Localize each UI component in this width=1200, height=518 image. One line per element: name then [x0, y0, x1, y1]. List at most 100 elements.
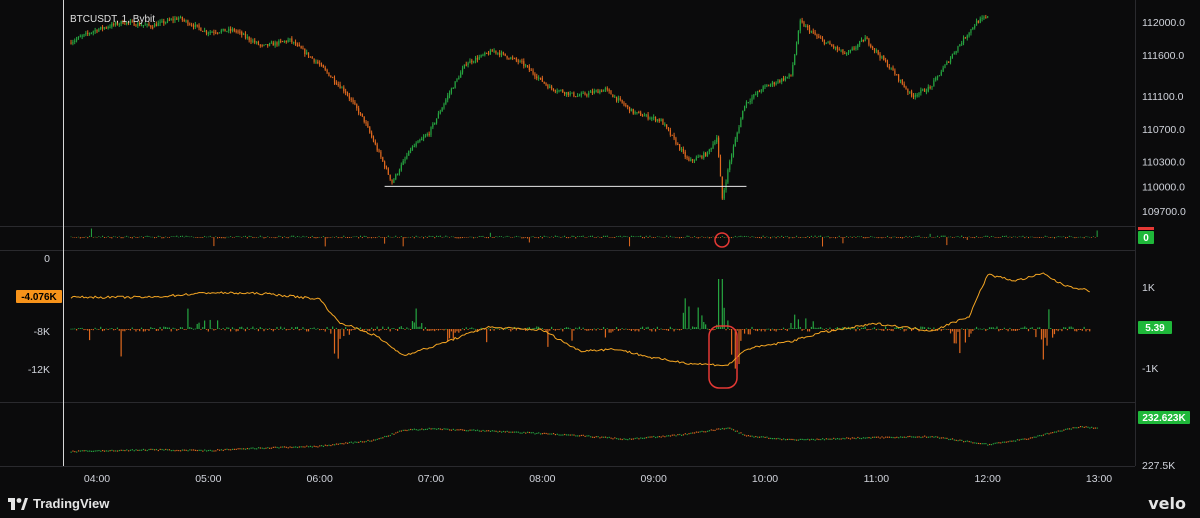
candle-body [710, 148, 712, 150]
subpanel-2-bar [987, 328, 989, 330]
subpanel-1-bar [183, 236, 185, 238]
subpanel-2-bar [319, 329, 321, 331]
candle-body [628, 106, 631, 112]
subpanel-2-bar [74, 328, 76, 330]
subpanel-1-bar [478, 235, 480, 237]
subpanel-2-bar [471, 327, 473, 329]
subpanel-2-bar [970, 329, 972, 334]
chart-canvas[interactable]: 112000.0111600.0111100.0110700.0110300.0… [0, 0, 1200, 490]
subpanel-1-bar [836, 237, 838, 238]
subpanel-3-point [133, 450, 135, 452]
subpanel-1-bar [411, 236, 413, 238]
subpanel-1-bar [1018, 236, 1020, 237]
candle-body [359, 113, 362, 115]
subpanel-1-bar [708, 237, 710, 239]
subpanel-1-bar [1050, 237, 1052, 238]
subpanel-1-bar [116, 237, 118, 238]
subpanel-2-bar [948, 329, 950, 330]
subpanel-1-bar [79, 237, 81, 239]
subpanel-3-point [781, 439, 783, 441]
subpanel-3-point [295, 446, 297, 448]
candle-body [385, 167, 388, 169]
subpanel-1-bar [562, 236, 564, 238]
subpanel-1-bar [842, 237, 844, 244]
subpanel-1-bar [142, 237, 144, 239]
tradingview-logo[interactable]: TradingView [8, 496, 109, 511]
subpanel-2-bar [903, 329, 905, 332]
subpanel-1-bar [1016, 237, 1018, 238]
subpanel-1-bar [758, 237, 760, 239]
candle-body [751, 97, 753, 102]
subpanel-3-point [745, 435, 748, 437]
subpanel-2-bar [697, 307, 699, 329]
subpanel-1-bar [642, 237, 644, 239]
subpanel-2-bar [873, 327, 876, 329]
candle-body [792, 64, 794, 76]
subpanel-1-bar [784, 236, 786, 238]
subpanel-3-point [389, 434, 391, 437]
subpanel-2-bar [974, 328, 976, 330]
candle-body [944, 64, 946, 68]
candle-body [424, 135, 427, 138]
subpanel-3-point [649, 436, 651, 438]
subpanel-2-bar [875, 329, 877, 331]
subpanel-2-bar [543, 329, 545, 330]
subpanel-3-point [1063, 429, 1065, 431]
candle-body [408, 150, 410, 156]
subpanel-1-bar [296, 236, 298, 237]
subpanel-3-point [90, 450, 93, 452]
subpanel-3-point [935, 436, 937, 438]
subpanel-1-bar [324, 237, 326, 247]
subpanel-1-bar [1070, 236, 1072, 237]
candle-body [543, 81, 545, 84]
subpanel-3-point [909, 435, 911, 438]
subpanel-2-bar [1007, 329, 1009, 332]
subpanel-3-point [411, 429, 414, 431]
candle-body [302, 48, 304, 50]
candle-body [686, 156, 688, 159]
subpanel-2-bar [816, 327, 818, 329]
subpanel-1-bar [911, 237, 913, 238]
subpanel-1-bar [1072, 236, 1074, 238]
subpanel-1-bar [647, 237, 649, 238]
subpanel-3-point [350, 441, 352, 443]
velo-logo[interactable]: velo [1148, 494, 1186, 513]
subpanel-3-point [369, 440, 371, 442]
subpanel-2-bar [101, 329, 104, 332]
subpanel-1-bar [421, 236, 423, 238]
subpanel-3-point [886, 436, 889, 438]
subpanel-2-bar [693, 327, 696, 329]
subpanel-3-point [289, 446, 291, 448]
subpanel-1-bar [504, 236, 506, 238]
subpanel-3-point [569, 434, 571, 436]
subpanel-2-bar [411, 321, 414, 329]
subpanel-3-point [591, 436, 594, 438]
subpanel-3-point [578, 435, 581, 437]
subpanel-3-point [937, 436, 939, 438]
subpanel-3-point [888, 436, 891, 438]
subpanel-1-bar [610, 237, 612, 238]
subpanel-1-bar [107, 236, 109, 237]
subpanel-1-bar [436, 235, 438, 237]
subpanel-3-point [233, 448, 236, 450]
subpanel-2-bar [155, 329, 157, 331]
time-tick-label: 05:00 [195, 473, 221, 485]
subpanel-2-bar [734, 329, 736, 369]
subpanel-2-bar [406, 327, 408, 329]
candle-body [389, 174, 391, 180]
subpanel-2-bar [248, 329, 250, 330]
subpanel-1-bar [534, 237, 536, 238]
subpanel-1-bar [514, 236, 515, 238]
subpanel-1-bar [835, 237, 837, 239]
subpanel-1-bar [742, 236, 744, 238]
subpanel-3-point [866, 437, 868, 439]
subpanel-3-point [595, 436, 597, 438]
subpanel-2-bar [940, 329, 942, 332]
subpanel-2-bar [278, 329, 280, 330]
candle-body [298, 44, 300, 47]
subpanel-2-bar [371, 327, 373, 329]
subpanel-3-point [1057, 430, 1059, 432]
candle-body [536, 76, 538, 79]
subpanel-3-point [604, 436, 607, 438]
subpanel-1-bar [660, 236, 662, 238]
